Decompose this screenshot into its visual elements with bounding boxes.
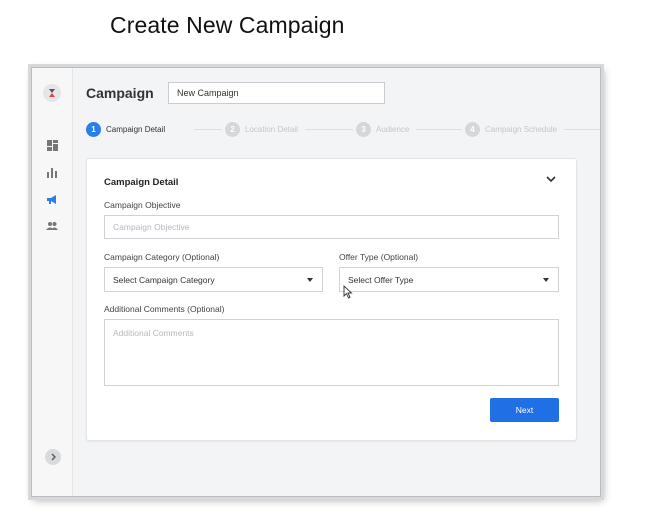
next-button[interactable]: Next (490, 398, 559, 422)
step-connector (564, 129, 600, 130)
step-audience[interactable]: 3 Audience (356, 121, 409, 137)
caret-down-icon (307, 278, 313, 282)
step-connector (305, 129, 353, 130)
step-label: Location Detail (245, 124, 298, 134)
app-window: Campaign 1 Campaign Detail 2 Location De… (31, 67, 601, 497)
campaign-category-select[interactable]: Select Campaign Category (104, 267, 323, 292)
comments-label: Additional Comments (Optional) (104, 304, 225, 314)
step-connector (194, 129, 222, 130)
campaign-objective-input[interactable] (104, 215, 559, 239)
step-campaign-detail[interactable]: 1 Campaign Detail (86, 121, 165, 137)
card-title: Campaign Detail (104, 177, 179, 188)
page-title: Campaign (86, 85, 154, 101)
objective-label: Campaign Objective (104, 200, 181, 210)
users-icon[interactable] (45, 219, 59, 233)
campaign-name-input[interactable] (168, 82, 385, 104)
step-number: 1 (86, 121, 101, 137)
caret-down-icon (543, 278, 549, 282)
megaphone-icon[interactable] (45, 192, 59, 206)
chevron-right-icon[interactable] (45, 449, 61, 465)
chevron-down-icon[interactable] (545, 173, 557, 185)
step-label: Campaign Detail (106, 124, 166, 134)
offer-type-select[interactable]: Select Offer Type (339, 267, 559, 292)
offer-select-value: Select Offer Type (348, 274, 414, 285)
step-number: 3 (356, 121, 371, 137)
campaign-detail-card: Campaign Detail Campaign Objective Campa… (86, 158, 577, 441)
category-select-value: Select Campaign Category (113, 274, 215, 285)
logo-icon[interactable] (43, 84, 61, 102)
main-content: Campaign 1 Campaign Detail 2 Location De… (73, 68, 600, 496)
additional-comments-textarea[interactable] (104, 319, 559, 386)
step-location-detail[interactable]: 2 Location Detail (225, 121, 298, 137)
step-number: 4 (465, 121, 480, 137)
sidebar-rail (32, 68, 73, 496)
mouse-cursor-icon (343, 285, 353, 299)
slide-title: Create New Campaign (110, 12, 345, 38)
step-number: 2 (225, 121, 240, 137)
step-label: Audience (376, 124, 410, 134)
category-label: Campaign Category (Optional) (104, 252, 220, 262)
step-connector (416, 129, 462, 130)
offer-type-label: Offer Type (Optional) (339, 252, 419, 262)
step-label: Campaign Schedule (485, 124, 558, 134)
stepper: 1 Campaign Detail 2 Location Detail 3 Au… (86, 121, 600, 137)
dashboard-icon[interactable] (45, 138, 59, 152)
step-campaign-schedule[interactable]: 4 Campaign Schedule (465, 121, 557, 137)
bar-chart-icon[interactable] (45, 165, 59, 179)
